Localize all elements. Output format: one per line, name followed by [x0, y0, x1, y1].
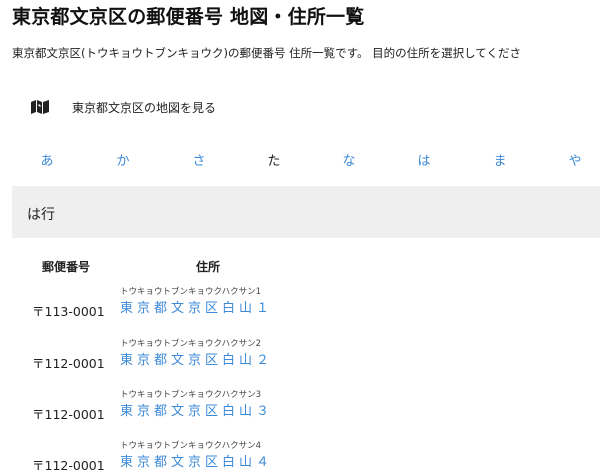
address-reading: トウキョウトブンキョウクハクサン1: [120, 287, 261, 297]
table-row: 〒112-0001 トウキョウトブンキョウクハクサン2 東京都文京区白山２: [0, 337, 600, 373]
address-link[interactable]: 東京都文京区白山４: [120, 451, 273, 470]
kana-nav-a[interactable]: あ: [37, 150, 57, 169]
column-header-postal: 郵便番号: [42, 260, 91, 274]
table-row: 〒112-0001 トウキョウトブンキョウクハクサン4 東京都文京区白山４: [0, 439, 600, 475]
address-reading: トウキョウトブンキョウクハクサン3: [120, 390, 261, 400]
table-row: 〒113-0001 トウキョウトブンキョウクハクサン1 東京都文京区白山１: [0, 285, 600, 321]
kana-index-nav: あ か さ た な は ま や: [0, 150, 600, 169]
kana-nav-ha[interactable]: は: [414, 150, 434, 169]
page-title: 東京都文京区の郵便番号 地図・住所一覧: [12, 6, 365, 28]
page-description: 東京都文京区(トウキョウトブンキョウク)の郵便番号 住所一覧です。 目的の住所を…: [12, 46, 521, 60]
postal-code: 〒112-0001: [32, 407, 105, 422]
section-header: は行: [12, 186, 600, 238]
map-icon: [30, 100, 50, 114]
postal-code: 〒112-0001: [32, 356, 105, 371]
kana-nav-na[interactable]: な: [339, 150, 359, 169]
address-link[interactable]: 東京都文京区白山３: [120, 400, 273, 419]
map-link[interactable]: 東京都文京区の地図を見る: [30, 98, 216, 116]
kana-nav-sa[interactable]: さ: [189, 150, 209, 169]
address-reading: トウキョウトブンキョウクハクサン4: [120, 441, 261, 451]
column-header-address: 住所: [196, 260, 221, 274]
section-title: は行: [27, 207, 55, 223]
kana-nav-ka[interactable]: か: [113, 150, 133, 169]
postal-code: 〒113-0001: [32, 304, 105, 319]
kana-nav-ya[interactable]: や: [565, 150, 585, 169]
address-reading: トウキョウトブンキョウクハクサン2: [120, 339, 261, 349]
kana-nav-ta: た: [267, 154, 281, 169]
address-link[interactable]: 東京都文京区白山１: [120, 297, 273, 316]
map-link-label: 東京都文京区の地図を見る: [72, 100, 217, 115]
table-row: 〒112-0001 トウキョウトブンキョウクハクサン3 東京都文京区白山３: [0, 388, 600, 424]
address-link[interactable]: 東京都文京区白山２: [120, 349, 273, 368]
postal-code: 〒112-0001: [32, 458, 105, 473]
kana-nav-ma[interactable]: ま: [490, 150, 510, 169]
